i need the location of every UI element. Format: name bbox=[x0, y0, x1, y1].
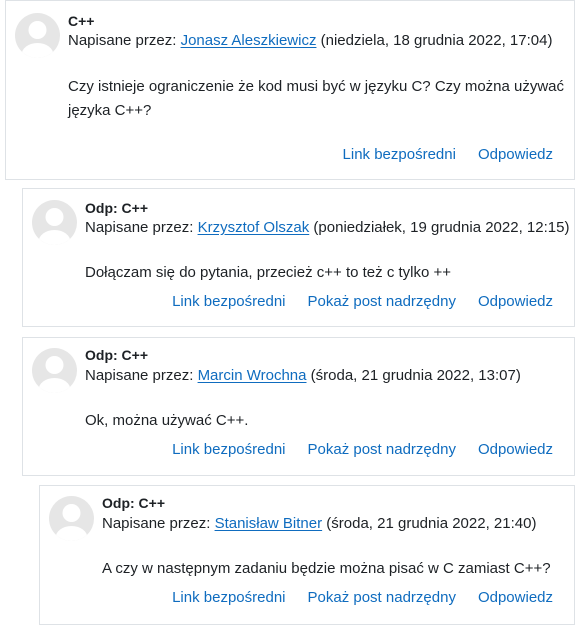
post-date: (poniedziałek, 19 grudnia 2022, 12:15) bbox=[309, 219, 570, 236]
author-link[interactable]: Stanisław Bitner bbox=[215, 515, 323, 532]
permalink-link[interactable]: Link bezpośredni bbox=[172, 441, 285, 458]
post-date: (środa, 21 grudnia 2022, 21:40) bbox=[322, 515, 537, 532]
post-subject: Odp: C++ bbox=[102, 495, 166, 511]
user-avatar-icon[interactable] bbox=[32, 348, 77, 393]
post-subject: Odp: C++ bbox=[85, 347, 149, 363]
permalink-link[interactable]: Link bezpośredni bbox=[172, 589, 285, 606]
permalink-link[interactable]: Link bezpośredni bbox=[172, 293, 285, 310]
reply-link[interactable]: Odpowiedz bbox=[478, 589, 553, 606]
post-subject: Odp: C++ bbox=[85, 200, 149, 216]
forum-post: Odp: C++ Napisane przez: Marcin Wrochna … bbox=[22, 337, 575, 476]
post-content: Czy istnieje ograniczenie że kod musi by… bbox=[68, 78, 565, 119]
post-byline: Napisane przez: Jonasz Aleszkiewicz (nie… bbox=[68, 31, 552, 51]
author-link[interactable]: Krzysztof Olszak bbox=[198, 219, 310, 236]
forum-post: Odp: C++ Napisane przez: Krzysztof Olsza… bbox=[22, 188, 575, 327]
show-parent-link[interactable]: Pokaż post nadrzędny bbox=[308, 589, 456, 606]
post-byline: Napisane przez: Marcin Wrochna (środa, 2… bbox=[85, 366, 521, 386]
byline-prefix: Napisane przez: bbox=[68, 32, 181, 49]
author-link[interactable]: Marcin Wrochna bbox=[198, 367, 307, 384]
reply-link[interactable]: Odpowiedz bbox=[478, 146, 553, 163]
reply-link[interactable]: Odpowiedz bbox=[478, 293, 553, 310]
post-content: A czy w następnym zadaniu będzie można p… bbox=[102, 560, 551, 577]
user-avatar-icon[interactable] bbox=[15, 13, 60, 58]
show-parent-link[interactable]: Pokaż post nadrzędny bbox=[308, 293, 456, 310]
forum-post: C++ Napisane przez: Jonasz Aleszkiewicz … bbox=[5, 0, 575, 180]
post-byline: Napisane przez: Krzysztof Olszak (ponied… bbox=[85, 218, 569, 238]
post-actions: Link bezpośredni Odpowiedz bbox=[321, 145, 553, 165]
post-date: (niedziela, 18 grudnia 2022, 17:04) bbox=[316, 32, 553, 49]
author-link[interactable]: Jonasz Aleszkiewicz bbox=[181, 32, 317, 49]
permalink-link[interactable]: Link bezpośredni bbox=[343, 146, 456, 163]
byline-prefix: Napisane przez: bbox=[85, 367, 198, 384]
post-content: Dołączam się do pytania, przecież c++ to… bbox=[85, 264, 452, 281]
post-actions: Link bezpośredni Pokaż post nadrzędny Odpo… bbox=[150, 440, 553, 460]
post-date: (środa, 21 grudnia 2022, 13:07) bbox=[306, 367, 521, 384]
user-avatar-icon[interactable] bbox=[49, 496, 94, 541]
post-content: Ok, można używać C++. bbox=[85, 412, 249, 429]
show-parent-link[interactable]: Pokaż post nadrzędny bbox=[308, 441, 456, 458]
post-actions: Link bezpośredni Pokaż post nadrzędny Odpo… bbox=[150, 292, 553, 312]
byline-prefix: Napisane przez: bbox=[85, 219, 198, 236]
post-actions: Link bezpośredni Pokaż post nadrzędny Odpo… bbox=[150, 588, 553, 608]
post-subject: C++ bbox=[68, 13, 95, 29]
user-avatar-icon[interactable] bbox=[32, 200, 77, 245]
reply-link[interactable]: Odpowiedz bbox=[478, 441, 553, 458]
post-byline: Napisane przez: Stanisław Bitner (środa,… bbox=[102, 514, 536, 534]
forum-post: Odp: C++ Napisane przez: Stanisław Bitne… bbox=[39, 485, 575, 625]
byline-prefix: Napisane przez: bbox=[102, 515, 215, 532]
